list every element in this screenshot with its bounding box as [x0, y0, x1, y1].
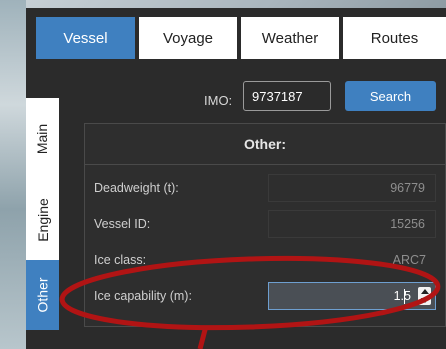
other-card: Other: Deadweight (t): 96779 Vessel ID: … — [84, 123, 446, 327]
tab-vessel[interactable]: Vessel — [36, 17, 135, 59]
row-ice-class: Ice class: ARC7 — [85, 242, 445, 278]
imo-label: IMO: — [204, 93, 233, 108]
text-cursor — [404, 289, 405, 304]
tab-weather[interactable]: Weather — [241, 17, 339, 59]
ice-capability-value: 1.5 — [393, 289, 411, 303]
vessel-id-value: 15256 — [268, 210, 436, 238]
side-tab-engine[interactable]: Engine — [26, 180, 59, 260]
background-image — [0, 0, 26, 349]
search-button[interactable]: Search — [345, 81, 436, 111]
side-tab-other-label: Other — [34, 277, 51, 313]
deadweight-value: 96779 — [268, 174, 436, 202]
side-tab-main-label: Main — [34, 123, 51, 155]
stepper-up-icon[interactable] — [420, 289, 429, 294]
imo-input[interactable] — [243, 81, 331, 111]
tab-routes[interactable]: Routes — [343, 17, 446, 59]
row-ice-capability: Ice capability (m): 1.5 — [85, 278, 445, 314]
ice-class-label: Ice class: — [94, 253, 147, 267]
deadweight-label: Deadweight (t): — [94, 181, 179, 195]
side-tab-engine-label: Engine — [34, 198, 51, 242]
row-vessel-id: Vessel ID: 15256 — [85, 206, 445, 242]
number-stepper[interactable] — [418, 287, 431, 305]
vessel-id-label: Vessel ID: — [94, 217, 151, 231]
side-tab-other[interactable]: Other — [26, 260, 59, 330]
ice-class-value: ARC7 — [392, 253, 426, 267]
card-title: Other: — [85, 124, 445, 165]
ice-capability-input[interactable]: 1.5 — [268, 282, 436, 310]
side-tab-main[interactable]: Main — [26, 98, 59, 180]
row-deadweight: Deadweight (t): 96779 — [85, 170, 445, 206]
stepper-down-icon[interactable] — [420, 298, 429, 303]
ice-capability-label: Ice capability (m): — [94, 289, 192, 303]
vessel-panel: Vessel Voyage Weather Routes Main Engine… — [26, 8, 446, 349]
tab-voyage[interactable]: Voyage — [139, 17, 237, 59]
